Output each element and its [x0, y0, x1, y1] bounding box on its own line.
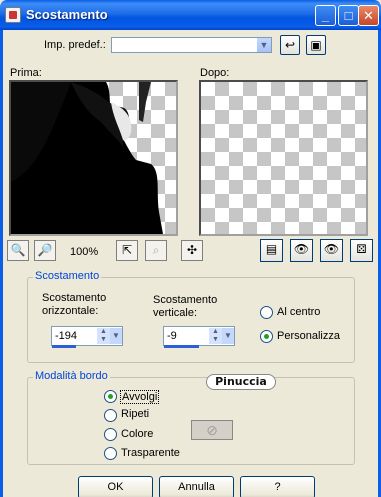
- app-icon: [5, 7, 21, 23]
- center-label: Al centro: [277, 306, 321, 318]
- move-icon: ✣: [186, 243, 198, 257]
- proof-button[interactable]: 👁: [290, 239, 313, 262]
- help-button[interactable]: ?: [240, 476, 315, 497]
- window-title: Scostamento: [26, 7, 108, 22]
- eye-link-icon: 👁: [293, 242, 310, 256]
- toggle-preview-button[interactable]: ▤: [260, 239, 283, 262]
- pan-button[interactable]: ✣: [181, 240, 203, 261]
- transparent-radio[interactable]: [104, 447, 117, 460]
- custom-label: Personalizza: [277, 330, 340, 342]
- edge-mode-group-title: Modalità bordo: [33, 370, 110, 382]
- eye-icon: 👁: [323, 242, 340, 256]
- load-preset-button[interactable]: ↩: [280, 35, 300, 55]
- horizontal-offset-stepper[interactable]: -194 ▲ ▼ ▼: [51, 326, 123, 346]
- horizontal-offset-value: -194: [55, 330, 78, 342]
- center-radio[interactable]: [260, 306, 273, 319]
- randomize-button[interactable]: ⚄: [350, 239, 373, 262]
- repeat-label: Ripeti: [121, 408, 150, 420]
- zoom-disabled-button[interactable]: ⌕: [145, 240, 167, 261]
- horizontal-label-line2: orizzontale:: [42, 305, 99, 317]
- before-label: Prima:: [10, 67, 42, 79]
- horizontal-offset-slider[interactable]: [52, 345, 76, 348]
- before-preview[interactable]: [9, 80, 178, 236]
- list-panel-icon: ▤: [265, 242, 278, 256]
- magnifier-minus-icon: 🔍: [10, 243, 26, 257]
- title-bar[interactable]: Scostamento _ □ ✕: [0, 0, 381, 30]
- cancel-button[interactable]: Annulla: [159, 476, 234, 497]
- offset-group: [27, 277, 355, 363]
- wrap-radio[interactable]: [104, 390, 117, 403]
- edge-color-swatch[interactable]: ⊘: [191, 420, 233, 440]
- after-preview[interactable]: [199, 80, 368, 236]
- preset-dropdown[interactable]: ▼: [111, 37, 272, 53]
- vertical-label-line1: Scostamento: [153, 294, 218, 306]
- color-label: Colore: [121, 428, 154, 440]
- expand-window-icon: ⇱: [121, 243, 133, 257]
- fit-button[interactable]: ⇱: [116, 240, 138, 261]
- chevron-down-icon[interactable]: ▼: [257, 38, 271, 52]
- zoom-level: 100%: [70, 246, 99, 258]
- zoom-in-button[interactable]: 🔎: [34, 240, 56, 261]
- magnifier-disabled-icon: ⌕: [152, 243, 160, 257]
- close-button[interactable]: ✕: [358, 5, 379, 26]
- auto-proof-button[interactable]: 👁: [320, 239, 343, 262]
- save-preset-button[interactable]: ▣: [306, 35, 326, 55]
- dice-icon: ⚄: [356, 242, 367, 256]
- wrap-label: Avvolgi: [120, 390, 160, 404]
- vertical-label-line2: verticale:: [153, 307, 198, 319]
- chevron-down-icon[interactable]: ▼: [222, 328, 234, 344]
- stepper-up-down-icon[interactable]: ▲ ▼: [209, 328, 222, 344]
- offset-group-title: Scostamento: [33, 270, 102, 282]
- after-label: Dopo:: [200, 67, 230, 79]
- window-frame-left: [0, 30, 3, 497]
- zoom-out-button[interactable]: 🔍: [7, 240, 29, 261]
- chevron-down-icon[interactable]: ▼: [110, 328, 122, 344]
- maximize-button[interactable]: □: [338, 5, 359, 26]
- stepper-up-down-icon[interactable]: ▲ ▼: [97, 328, 110, 344]
- vertical-offset-stepper[interactable]: -9 ▲ ▼ ▼: [163, 326, 235, 346]
- minimize-button[interactable]: _: [315, 5, 336, 26]
- pinuccia-watermark: Pinuccia: [206, 374, 276, 390]
- silhouette-image: [11, 82, 163, 234]
- repeat-radio[interactable]: [104, 409, 117, 422]
- color-radio[interactable]: [104, 428, 117, 441]
- preset-label: Imp. predef.:: [44, 39, 106, 51]
- magnifier-plus-icon: 🔎: [37, 243, 53, 257]
- no-entry-icon: ⊘: [206, 422, 218, 438]
- vertical-offset-slider[interactable]: [164, 345, 199, 348]
- floppy-disk-icon: ▣: [310, 38, 322, 52]
- horizontal-label-line1: Scostamento: [42, 292, 107, 304]
- ok-button[interactable]: OK: [78, 476, 153, 497]
- undo-arrow-icon: ↩: [284, 38, 296, 52]
- vertical-offset-value: -9: [167, 330, 177, 342]
- custom-radio[interactable]: [260, 330, 273, 343]
- transparent-label: Trasparente: [121, 447, 180, 459]
